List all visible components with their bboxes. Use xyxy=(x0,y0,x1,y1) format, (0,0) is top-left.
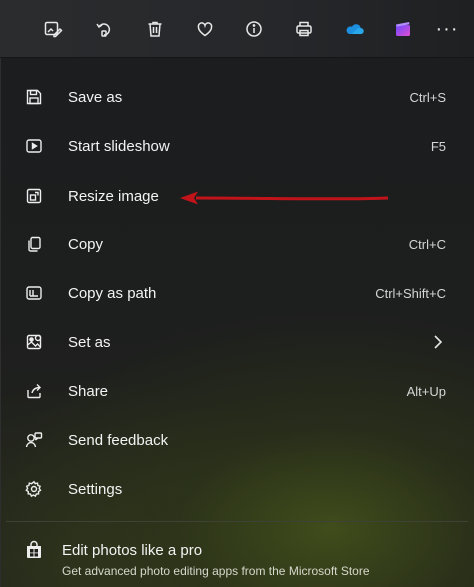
menu-item-label: Copy as path xyxy=(68,284,157,302)
chevron-right-icon xyxy=(434,335,443,349)
menu-item-shortcut: Ctrl+Shift+C xyxy=(375,285,446,301)
menu-item-shortcut: Ctrl+C xyxy=(408,236,446,252)
menu-item-shortcut: Alt+Up xyxy=(406,383,446,399)
menu-divider xyxy=(6,521,468,522)
photo-toolbar: ··· xyxy=(0,0,474,58)
menu-item-share[interactable]: Share Alt+Up xyxy=(6,369,468,413)
more-icon: ··· xyxy=(435,18,459,40)
copy-icon xyxy=(24,234,44,254)
clipchamp-icon[interactable] xyxy=(388,14,418,44)
menu-item-copy[interactable]: Copy Ctrl+C xyxy=(6,222,468,266)
print-icon[interactable] xyxy=(289,14,319,44)
copy-path-icon xyxy=(24,283,44,303)
promo-title: Edit photos like a pro xyxy=(62,542,203,559)
rotate-icon[interactable] xyxy=(89,14,119,44)
slideshow-icon xyxy=(24,136,44,156)
menu-item-copy-as-path[interactable]: Copy as path Ctrl+Shift+C xyxy=(6,271,468,315)
menu-item-save-as[interactable]: Save as Ctrl+S xyxy=(6,75,468,119)
delete-icon[interactable] xyxy=(140,14,170,44)
more-options-button[interactable]: ··· xyxy=(432,14,462,44)
menu-item-settings[interactable]: Settings xyxy=(6,467,468,511)
onedrive-icon[interactable] xyxy=(339,14,369,44)
menu-item-label: Share xyxy=(68,382,109,400)
resize-icon xyxy=(24,186,44,206)
menu-item-label: Resize image xyxy=(68,187,159,205)
store-icon xyxy=(27,540,41,558)
menu-item-shortcut: Ctrl+S xyxy=(409,89,446,105)
menu-item-label: Settings xyxy=(68,480,123,498)
edit-image-icon[interactable] xyxy=(38,14,68,44)
menu-item-set-as[interactable]: Set as xyxy=(6,320,468,364)
menu-item-label: Start slideshow xyxy=(68,137,170,155)
menu-item-start-slideshow[interactable]: Start slideshow F5 xyxy=(6,124,468,168)
set-as-icon xyxy=(24,332,44,352)
annotation-arrow xyxy=(180,191,389,205)
menu-item-label: Copy xyxy=(68,235,104,253)
menu-item-label: Save as xyxy=(68,88,123,106)
menu-item-send-feedback[interactable]: Send feedback xyxy=(6,418,468,462)
share-icon xyxy=(24,381,44,401)
save-icon xyxy=(24,87,44,107)
promo-subtitle: Get advanced photo editing apps from the… xyxy=(62,564,370,578)
menu-item-shortcut: F5 xyxy=(430,138,446,154)
settings-icon xyxy=(24,479,44,499)
menu-item-label: Send feedback xyxy=(68,431,169,449)
favorite-icon[interactable] xyxy=(190,14,220,44)
info-icon[interactable] xyxy=(239,14,269,44)
feedback-icon xyxy=(24,430,44,450)
menu-item-label: Set as xyxy=(68,333,111,351)
